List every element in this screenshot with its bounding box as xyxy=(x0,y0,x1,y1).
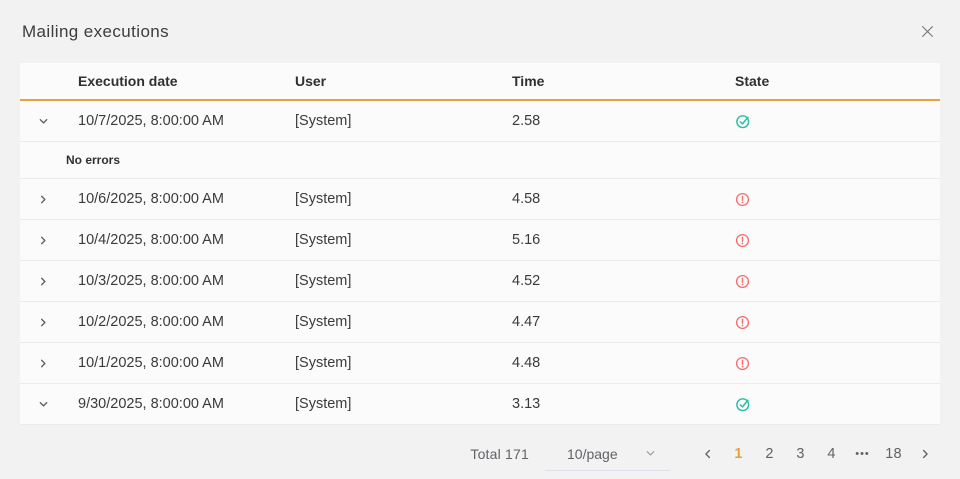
cell-execution-date: 10/3/2025, 8:00:00 AM xyxy=(78,273,295,289)
close-button[interactable] xyxy=(912,17,942,47)
expand-chevron-icon[interactable] xyxy=(37,115,50,128)
cell-execution-date: 10/2/2025, 8:00:00 AM xyxy=(78,314,295,330)
table-header-row: Execution date User Time State xyxy=(20,63,940,101)
cell-user: [System] xyxy=(295,273,512,289)
cell-time: 5.16 xyxy=(512,232,735,248)
chevron-right-icon xyxy=(919,448,931,460)
cell-execution-date: 10/4/2025, 8:00:00 AM xyxy=(78,232,295,248)
circle-check-icon xyxy=(735,396,752,413)
circle-exclamation-icon xyxy=(735,356,750,371)
cell-user: [System] xyxy=(295,396,512,412)
table-row[interactable]: 9/30/2025, 8:00:00 AM [System] 3.13 xyxy=(20,384,940,425)
circle-exclamation-icon xyxy=(735,192,750,207)
cell-time: 3.13 xyxy=(512,396,735,412)
col-header-execution-date: Execution date xyxy=(78,73,295,89)
chevron-left-icon xyxy=(702,448,714,460)
cell-execution-date: 10/1/2025, 8:00:00 AM xyxy=(78,355,295,371)
circle-exclamation-icon xyxy=(735,274,750,289)
expand-chevron-icon[interactable] xyxy=(37,193,50,206)
circle-check-icon xyxy=(735,113,752,130)
table-body: 10/7/2025, 8:00:00 AM [System] 2.58 No e… xyxy=(20,101,940,425)
pager-more[interactable]: ••• xyxy=(847,438,878,470)
cell-user: [System] xyxy=(295,232,512,248)
expand-chevron-icon[interactable] xyxy=(37,316,50,329)
detail-message: No errors xyxy=(66,153,120,167)
table-row[interactable]: 10/2/2025, 8:00:00 AM [System] 4.47 xyxy=(20,302,940,343)
table-row[interactable]: 10/4/2025, 8:00:00 AM [System] 5.16 xyxy=(20,220,940,261)
close-icon xyxy=(920,24,935,39)
cell-user: [System] xyxy=(295,355,512,371)
cell-user: [System] xyxy=(295,314,512,330)
circle-exclamation-icon xyxy=(735,233,750,248)
col-header-user: User xyxy=(295,73,512,89)
prev-page-button[interactable] xyxy=(692,438,723,470)
pager-page[interactable]: 2 xyxy=(754,438,785,470)
expand-chevron-icon[interactable] xyxy=(37,234,50,247)
cell-user: [System] xyxy=(295,113,512,129)
expand-chevron-icon[interactable] xyxy=(37,357,50,370)
cell-time: 4.58 xyxy=(512,191,735,207)
expand-chevron-icon[interactable] xyxy=(37,398,50,411)
cell-time: 4.52 xyxy=(512,273,735,289)
cell-execution-date: 10/7/2025, 8:00:00 AM xyxy=(78,113,295,129)
cell-execution-date: 10/6/2025, 8:00:00 AM xyxy=(78,191,295,207)
pager-pages: 1234•••18 xyxy=(723,438,909,470)
pager-page[interactable]: 4 xyxy=(816,438,847,470)
next-page-button[interactable] xyxy=(909,438,940,470)
pager: 1234•••18 xyxy=(692,438,940,470)
executions-table: Execution date User Time State 10/7/2025… xyxy=(20,63,940,425)
pager-page[interactable]: 18 xyxy=(878,438,909,470)
page-size-value: 10/page xyxy=(567,446,618,462)
col-header-state: State xyxy=(735,73,940,89)
cell-user: [System] xyxy=(295,191,512,207)
circle-exclamation-icon xyxy=(735,315,750,330)
cell-execution-date: 9/30/2025, 8:00:00 AM xyxy=(78,396,295,412)
total-count: Total 171 xyxy=(470,446,529,462)
pager-page-active[interactable]: 1 xyxy=(723,438,754,470)
pagination-bar: Total 171 10/page 1234•••18 xyxy=(20,436,940,472)
col-header-time: Time xyxy=(512,73,735,89)
table-row[interactable]: 10/7/2025, 8:00:00 AM [System] 2.58 xyxy=(20,101,940,142)
expand-chevron-icon[interactable] xyxy=(37,275,50,288)
mailing-executions-dialog: Mailing executions Execution date User T… xyxy=(0,0,960,479)
cell-time: 4.48 xyxy=(512,355,735,371)
cell-time: 2.58 xyxy=(512,113,735,129)
pager-page[interactable]: 3 xyxy=(785,438,816,470)
chevron-down-icon xyxy=(644,447,657,460)
cell-time: 4.47 xyxy=(512,314,735,330)
table-row[interactable]: 10/3/2025, 8:00:00 AM [System] 4.52 xyxy=(20,261,940,302)
detail-row: No errors xyxy=(20,142,940,179)
table-row[interactable]: 10/6/2025, 8:00:00 AM [System] 4.58 xyxy=(20,179,940,220)
dialog-header: Mailing executions xyxy=(0,0,960,63)
dialog-title: Mailing executions xyxy=(22,22,169,42)
page-size-select[interactable]: 10/page xyxy=(545,437,670,471)
table-row[interactable]: 10/1/2025, 8:00:00 AM [System] 4.48 xyxy=(20,343,940,384)
